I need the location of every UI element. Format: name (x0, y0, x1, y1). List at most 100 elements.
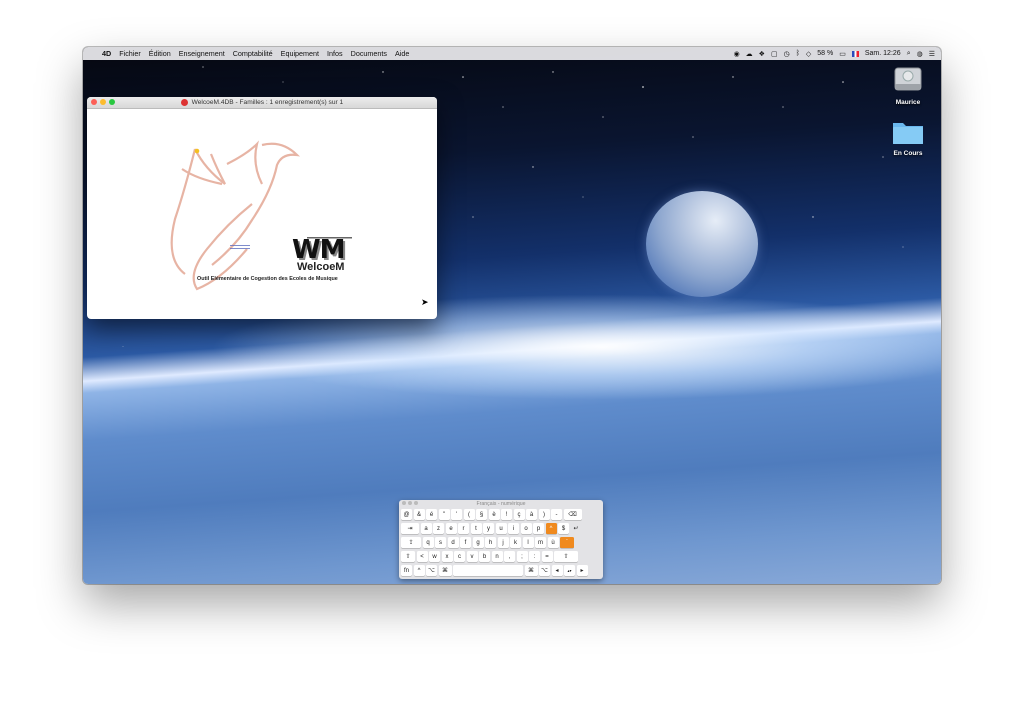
key[interactable]: g (472, 537, 484, 548)
menu-enseignement[interactable]: Enseignement (179, 49, 225, 58)
key[interactable]: l (522, 537, 534, 548)
keyboard-zoom-button[interactable] (414, 501, 418, 505)
zoom-button[interactable] (109, 99, 115, 105)
window-titlebar[interactable]: WelcoeM.4DB - Familles : 1 enregistremen… (87, 97, 437, 109)
key[interactable]: v (466, 551, 478, 562)
command-key[interactable]: ⌘ (524, 565, 538, 576)
space-key[interactable] (453, 565, 523, 576)
key[interactable]: e (445, 523, 457, 534)
fn-key[interactable]: fn (401, 565, 412, 576)
key[interactable]: y (483, 523, 494, 534)
key[interactable]: ù (547, 537, 559, 548)
key[interactable]: , (504, 551, 515, 562)
key[interactable]: x (441, 551, 453, 562)
key[interactable]: h (485, 537, 496, 548)
key[interactable]: ' (451, 509, 462, 520)
return-key[interactable]: ↵ (571, 523, 582, 534)
key[interactable]: < (416, 551, 428, 562)
key[interactable]: ! (501, 509, 512, 520)
dead-key-highlighted[interactable]: ` (560, 537, 574, 548)
menu-comptabilite[interactable]: Comptabilité (233, 49, 273, 58)
battery-percent[interactable]: 58 % (817, 50, 833, 57)
shift-key[interactable]: ⇧ (554, 551, 578, 562)
menu-documents[interactable]: Documents (351, 49, 387, 58)
key[interactable]: ç (513, 509, 525, 520)
key[interactable]: s (435, 537, 446, 548)
key[interactable]: à (526, 509, 537, 520)
key[interactable]: w (429, 551, 440, 562)
key[interactable]: a (420, 523, 432, 534)
dropbox-icon[interactable]: ❖ (759, 50, 765, 58)
key[interactable]: ; (516, 551, 528, 562)
key[interactable]: b (479, 551, 490, 562)
key[interactable]: ( (463, 509, 475, 520)
keyboard-minimize-button[interactable] (408, 501, 412, 505)
desktop-icon-maurice[interactable]: Maurice (878, 64, 938, 106)
key[interactable]: § (476, 509, 487, 520)
notification-center-icon[interactable]: ☰ (929, 50, 935, 58)
time-machine-icon[interactable]: ◷ (784, 50, 790, 58)
key[interactable]: p (533, 523, 544, 534)
key[interactable]: f (460, 537, 471, 548)
key[interactable]: t (470, 523, 482, 534)
minimize-button[interactable] (100, 99, 106, 105)
key[interactable]: é (426, 509, 437, 520)
key[interactable]: è (488, 509, 500, 520)
arrow-left-key[interactable]: ◂ (551, 565, 563, 576)
key[interactable]: c (454, 551, 465, 562)
option-key[interactable]: ⌥ (426, 565, 437, 576)
menu-infos[interactable]: Infos (327, 49, 343, 58)
key[interactable]: k (510, 537, 521, 548)
key[interactable]: : (529, 551, 540, 562)
key[interactable]: " (438, 509, 450, 520)
bluetooth-icon[interactable]: ᛒ (796, 50, 800, 57)
control-key[interactable]: ^ (413, 565, 425, 576)
key[interactable]: - (551, 509, 562, 520)
menu-edition[interactable]: Édition (149, 49, 171, 58)
caps-lock-key[interactable]: ⇪ (401, 537, 421, 548)
key[interactable]: o (520, 523, 532, 534)
keyboard-titlebar[interactable]: Français - numérique (399, 500, 603, 508)
menu-fichier[interactable]: Fichier (119, 49, 141, 58)
keyboard-viewer[interactable]: Français - numérique @ & é " ' ( § è ! ç… (399, 500, 603, 579)
arrow-up-down-key[interactable]: ▴▾ (564, 565, 575, 576)
delete-key[interactable]: ⌫ (563, 509, 582, 520)
key[interactable]: n (491, 551, 503, 562)
app-window[interactable]: WelcoeM.4DB - Familles : 1 enregistremen… (87, 97, 437, 319)
menu-equipement[interactable]: Equipement (281, 49, 319, 58)
dead-key-highlighted[interactable]: ^ (545, 523, 557, 534)
desktop-icon-label: Maurice (895, 99, 921, 106)
key[interactable]: z (433, 523, 444, 534)
key[interactable]: u (495, 523, 507, 534)
key[interactable]: m (535, 537, 546, 548)
key[interactable]: ) (538, 509, 550, 520)
square-icon[interactable]: ▢ (771, 50, 778, 58)
option-key[interactable]: ⌥ (539, 565, 550, 576)
key[interactable]: j (497, 537, 509, 548)
menu-aide[interactable]: Aide (395, 49, 409, 58)
keyboard-close-button[interactable] (402, 501, 406, 505)
spotlight-icon[interactable]: ⌕ (907, 50, 911, 58)
tab-key[interactable]: ⇥ (401, 523, 419, 534)
key[interactable]: @ (401, 509, 412, 520)
battery-icon[interactable]: ▭ (839, 50, 846, 58)
key[interactable]: = (541, 551, 553, 562)
input-source-flag-icon[interactable] (851, 50, 859, 57)
record-icon[interactable]: ◉ (734, 50, 740, 58)
key[interactable]: r (458, 523, 469, 534)
clock[interactable]: Sam. 12:26 (865, 50, 901, 57)
command-key[interactable]: ⌘ (438, 565, 452, 576)
menu-app[interactable]: 4D (102, 49, 111, 58)
close-button[interactable] (91, 99, 97, 105)
desktop-icon-en-cours[interactable]: En Cours (878, 119, 938, 157)
key[interactable]: i (508, 523, 519, 534)
shift-key[interactable]: ⇧ (401, 551, 415, 562)
key[interactable]: q (422, 537, 434, 548)
key[interactable]: d (447, 537, 459, 548)
key[interactable]: $ (558, 523, 569, 534)
wifi-icon[interactable]: ◇ (806, 50, 811, 58)
key[interactable]: & (413, 509, 425, 520)
cloud-icon[interactable]: ☁ (746, 50, 753, 58)
siri-icon[interactable]: ◍ (917, 50, 923, 58)
arrow-right-key[interactable]: ▸ (576, 565, 588, 576)
